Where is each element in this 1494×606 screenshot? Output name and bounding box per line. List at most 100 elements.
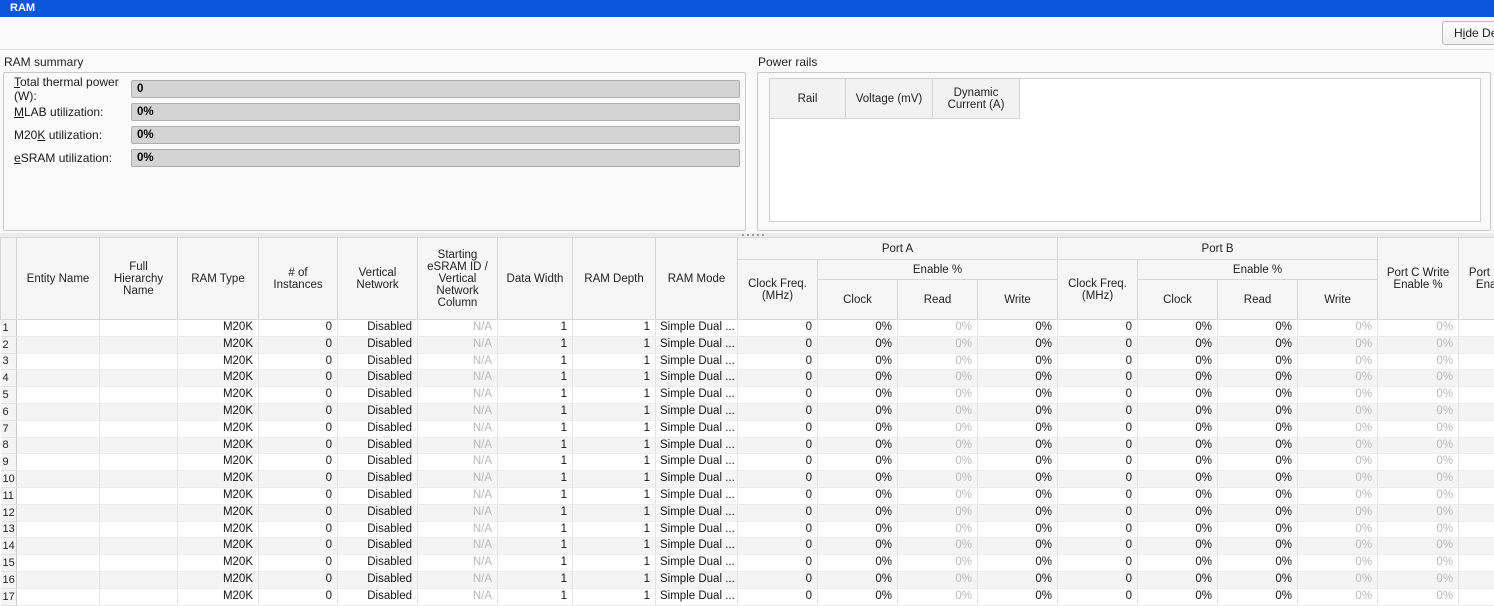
grid-cell[interactable]: Simple Dual ... <box>656 420 738 437</box>
grid-cell[interactable] <box>17 320 100 337</box>
grid-cell[interactable]: 0% <box>1298 487 1378 504</box>
grid-cell[interactable]: 0% <box>898 387 978 404</box>
grid-cell[interactable]: 0 <box>259 538 338 555</box>
grid-cell[interactable]: 1 <box>498 370 573 387</box>
grid-cell[interactable]: Disabled <box>338 504 418 521</box>
grid-cell[interactable]: 0% <box>1138 538 1218 555</box>
grid-cell[interactable] <box>17 504 100 521</box>
grid-cell[interactable]: 0 <box>1058 320 1138 337</box>
grid-cell[interactable]: 0 <box>738 437 818 454</box>
grid-cell[interactable]: 0 <box>259 437 338 454</box>
grid-cell[interactable]: Disabled <box>338 403 418 420</box>
grid-cell[interactable]: 0% <box>1138 336 1218 353</box>
grid-cell[interactable]: 1 <box>573 588 656 605</box>
grid-cell[interactable]: 0% <box>1138 588 1218 605</box>
grid-cell[interactable]: N/A <box>418 588 498 605</box>
grid-cell[interactable]: 0% <box>1138 454 1218 471</box>
grid-cell[interactable]: Disabled <box>338 353 418 370</box>
grid-cell[interactable]: N/A <box>418 320 498 337</box>
grid-cell[interactable]: N/A <box>418 571 498 588</box>
grid-cell[interactable]: 1 <box>573 403 656 420</box>
grid-cell[interactable]: 0 <box>738 320 818 337</box>
grid-cell[interactable]: 0% <box>1138 504 1218 521</box>
grid-cell[interactable]: 0% <box>978 571 1058 588</box>
grid-cell[interactable]: M20K <box>178 571 259 588</box>
grid-cell[interactable]: 0% <box>1298 504 1378 521</box>
grid-cell[interactable]: 0% <box>898 504 978 521</box>
grid-cell[interactable]: 0 <box>738 487 818 504</box>
grid-cell[interactable]: 0% <box>898 588 978 605</box>
grid-cell[interactable]: 0 <box>1058 471 1138 488</box>
grid-cell[interactable]: 0% <box>1298 370 1378 387</box>
grid-cell[interactable]: Simple Dual ... <box>656 370 738 387</box>
grid-cell[interactable]: 0% <box>1218 588 1298 605</box>
grid-cell[interactable]: Disabled <box>338 571 418 588</box>
grid-cell[interactable]: 0% <box>1298 571 1378 588</box>
grid-cell[interactable]: Disabled <box>338 538 418 555</box>
grid-cell[interactable]: 0 <box>259 454 338 471</box>
grid-cell[interactable]: 0 <box>259 555 338 572</box>
grid-cell[interactable]: 0% <box>818 555 898 572</box>
grid-cell[interactable]: 0% <box>898 555 978 572</box>
grid-cell[interactable]: 0% <box>1138 403 1218 420</box>
grid-cell[interactable]: 0% <box>818 336 898 353</box>
grid-cell[interactable]: 0% <box>898 336 978 353</box>
grid-cell[interactable]: 1 <box>498 588 573 605</box>
grid-cell[interactable]: 0% <box>978 471 1058 488</box>
grid-cell[interactable]: Simple Dual ... <box>656 336 738 353</box>
grid-cell[interactable] <box>1459 353 1494 370</box>
grid-cell[interactable]: Disabled <box>338 387 418 404</box>
grid-cell[interactable]: Simple Dual ... <box>656 454 738 471</box>
grid-cell[interactable]: 0% <box>978 588 1058 605</box>
grid-cell[interactable]: 0% <box>1218 538 1298 555</box>
grid-cell[interactable]: Simple Dual ... <box>656 403 738 420</box>
grid-cell[interactable]: 0% <box>1378 471 1459 488</box>
grid-cell[interactable]: 0% <box>898 370 978 387</box>
grid-cell[interactable]: 0% <box>1378 521 1459 538</box>
grid-cell[interactable] <box>17 471 100 488</box>
grid-cell[interactable]: 0 <box>738 538 818 555</box>
grid-cell[interactable]: 1 <box>498 403 573 420</box>
grid-cell[interactable] <box>100 571 178 588</box>
grid-cell[interactable]: 0% <box>1138 420 1218 437</box>
grid-cell[interactable]: 0 <box>1058 437 1138 454</box>
grid-cell[interactable]: Disabled <box>338 555 418 572</box>
grid-cell[interactable] <box>17 353 100 370</box>
grid-cell[interactable]: 0% <box>978 555 1058 572</box>
grid-cell[interactable] <box>17 538 100 555</box>
grid-cell[interactable]: 0% <box>1378 538 1459 555</box>
grid-cell[interactable]: 0 <box>738 387 818 404</box>
grid-cell[interactable] <box>100 353 178 370</box>
grid-cell[interactable]: 0% <box>1378 504 1459 521</box>
grid-cell[interactable]: 0% <box>1378 370 1459 387</box>
grid-cell[interactable]: 0% <box>1218 370 1298 387</box>
grid-cell[interactable]: Simple Dual ... <box>656 353 738 370</box>
grid-cell[interactable]: N/A <box>418 420 498 437</box>
grid-cell[interactable]: Disabled <box>338 320 418 337</box>
grid-cell[interactable]: 0 <box>738 370 818 387</box>
grid-cell[interactable]: 0% <box>978 320 1058 337</box>
grid-cell[interactable]: M20K <box>178 353 259 370</box>
grid-cell[interactable]: 0 <box>1058 387 1138 404</box>
grid-cell[interactable] <box>100 370 178 387</box>
grid-cell[interactable] <box>17 336 100 353</box>
grid-cell[interactable]: 0% <box>898 538 978 555</box>
grid-cell[interactable]: 0% <box>1138 487 1218 504</box>
grid-cell[interactable]: 1 <box>498 504 573 521</box>
grid-cell[interactable]: 0% <box>1138 471 1218 488</box>
grid-cell[interactable]: 0% <box>818 370 898 387</box>
grid-cell[interactable]: M20K <box>178 437 259 454</box>
grid-cell[interactable]: 0 <box>1058 336 1138 353</box>
grid-cell[interactable]: 0% <box>1218 353 1298 370</box>
grid-cell[interactable] <box>17 420 100 437</box>
grid-cell[interactable]: 0% <box>1218 403 1298 420</box>
grid-cell[interactable]: 0 <box>259 387 338 404</box>
grid-cell[interactable]: 0% <box>978 403 1058 420</box>
grid-cell[interactable]: Disabled <box>338 454 418 471</box>
grid-cell[interactable]: M20K <box>178 336 259 353</box>
grid-cell[interactable]: 0 <box>259 471 338 488</box>
grid-cell[interactable]: N/A <box>418 454 498 471</box>
grid-cell[interactable]: 0 <box>1058 521 1138 538</box>
grid-cell[interactable]: 0% <box>1298 521 1378 538</box>
grid-cell[interactable]: 0% <box>1138 370 1218 387</box>
